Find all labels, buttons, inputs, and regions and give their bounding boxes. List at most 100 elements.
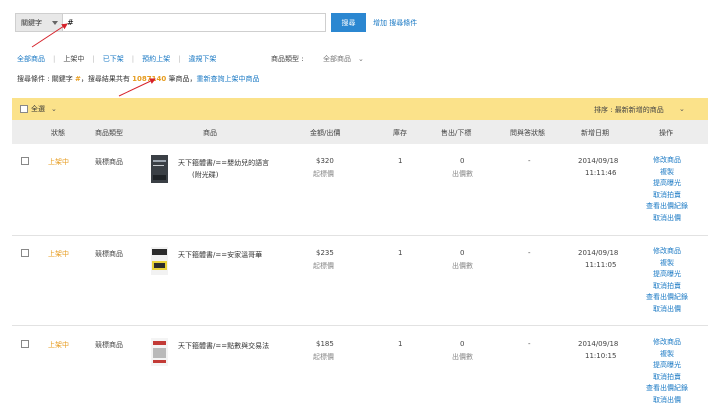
row-divider <box>12 235 708 236</box>
search-field-select[interactable]: 關鍵字 <box>15 13 63 32</box>
qa-status: - <box>528 249 531 257</box>
price: $185 <box>316 340 334 348</box>
tab-divider: | <box>131 55 135 63</box>
qa-status: - <box>528 340 531 348</box>
chevron-down-icon[interactable]: ⌄ <box>51 105 57 113</box>
search-field-label: 關鍵字 <box>21 19 42 27</box>
edit-product-link[interactable]: 修改商品 <box>643 246 691 258</box>
product-thumbnail[interactable] <box>151 338 168 366</box>
sort-select[interactable]: 排序 : 最新新增的商品 <box>594 105 664 115</box>
copy-link[interactable]: 複製 <box>643 167 691 179</box>
search-input[interactable] <box>63 13 326 32</box>
reset-query-link[interactable]: 重新查詢上架中商品 <box>197 75 260 83</box>
summary-middle: ，搜尋結果共有 <box>80 75 130 83</box>
product-type: 競標商品 <box>95 341 123 349</box>
column-header-qa: 問與答狀態 <box>510 129 545 137</box>
product-type: 競標商品 <box>95 158 123 166</box>
cancel-auction-link[interactable]: 取消拍賣 <box>643 190 691 202</box>
column-header-status: 狀態 <box>51 129 65 137</box>
created-time: 11:11:46 <box>585 169 617 177</box>
created-date: 2014/09/18 <box>578 340 619 348</box>
row-checkbox[interactable] <box>21 249 29 257</box>
status-badge: 上架中 <box>48 341 69 349</box>
edit-product-link[interactable]: 修改商品 <box>643 337 691 349</box>
chevron-down-icon <box>52 21 58 25</box>
tab-listed[interactable]: 上架中 <box>63 54 84 64</box>
boost-exposure-link[interactable]: 提高曝光 <box>643 178 691 190</box>
boost-exposure-link[interactable]: 提高曝光 <box>643 360 691 372</box>
tab-violation[interactable]: 違規下架 <box>188 54 216 64</box>
product-type: 競標商品 <box>95 250 123 258</box>
chevron-down-icon[interactable]: ⌄ <box>679 105 685 113</box>
row-actions: 修改商品 複製 提高曝光 取消拍賣 查看出價紀錄 取消出價 <box>643 246 691 315</box>
cancel-bid-link[interactable]: 取消出價 <box>643 213 691 225</box>
product-name[interactable]: 天下箍體書/==嬰幼兒的語言 (附光碟) <box>178 157 269 181</box>
stock: 1 <box>398 249 403 257</box>
tab-divider: | <box>53 55 56 63</box>
type-filter-label: 商品類型 : <box>271 55 304 63</box>
sold-count: 0 <box>460 249 465 257</box>
column-header-product: 商品 <box>203 129 217 137</box>
sold-label: 出價數 <box>452 170 473 178</box>
created-time: 11:11:05 <box>585 261 617 269</box>
status-badge: 上架中 <box>48 158 69 166</box>
sold-label: 出價數 <box>452 353 473 361</box>
tab-scheduled[interactable]: 預約上架 <box>142 54 170 64</box>
sold-count: 0 <box>460 157 465 165</box>
copy-link[interactable]: 複製 <box>643 258 691 270</box>
tab-delisted[interactable]: 已下架 <box>103 54 124 64</box>
column-header-sold: 售出/下標 <box>441 129 472 137</box>
select-all[interactable]: 全選 ⌄ <box>20 104 57 114</box>
product-name[interactable]: 天下箍體書/==安家溫哥華 <box>178 249 262 261</box>
row-divider <box>12 325 708 326</box>
created-date: 2014/09/18 <box>578 249 619 257</box>
cancel-bid-link[interactable]: 取消出價 <box>643 395 691 406</box>
price-label: 起標價 <box>313 170 334 178</box>
price: $320 <box>316 157 334 165</box>
view-bids-link[interactable]: 查看出價紀錄 <box>643 292 691 304</box>
summary-suffix: 筆商品， <box>168 75 197 83</box>
summary-count: 1087140 <box>132 75 167 83</box>
column-header-type: 商品類型 <box>95 129 123 137</box>
copy-link[interactable]: 複製 <box>643 349 691 361</box>
chevron-down-icon[interactable]: ⌄ <box>358 55 364 63</box>
type-filter-select[interactable]: 全部商品 <box>323 54 351 64</box>
product-thumbnail[interactable] <box>151 247 168 275</box>
view-bids-link[interactable]: 查看出價紀錄 <box>643 201 691 213</box>
row-checkbox[interactable] <box>21 340 29 348</box>
sold-count: 0 <box>460 340 465 348</box>
cancel-auction-link[interactable]: 取消拍賣 <box>643 281 691 293</box>
status-tabs: 全部商品 | 上架中 | 已下架 | 預約上架 | 違規下架 <box>17 54 216 64</box>
price-label: 起標價 <box>313 262 334 270</box>
column-header-price: 金額/出價 <box>310 129 341 137</box>
created-time: 11:10:15 <box>585 352 617 360</box>
search-summary: 搜尋條件 : 關鍵字 #，搜尋結果共有 1087140 筆商品，重新查詢上架中商… <box>17 74 260 84</box>
price: $235 <box>316 249 334 257</box>
select-all-checkbox[interactable] <box>20 105 28 113</box>
row-actions: 修改商品 複製 提高曝光 取消拍賣 查看出價紀錄 取消出價 <box>643 337 691 406</box>
edit-product-link[interactable]: 修改商品 <box>643 155 691 167</box>
cancel-bid-link[interactable]: 取消出價 <box>643 304 691 316</box>
tab-divider: | <box>178 55 181 63</box>
add-search-condition-link[interactable]: 增加 搜尋條件 <box>373 18 417 28</box>
sold-label: 出價數 <box>452 262 473 270</box>
row-checkbox[interactable] <box>21 157 29 165</box>
created-date: 2014/09/18 <box>578 157 619 165</box>
price-label: 起標價 <box>313 353 334 361</box>
view-bids-link[interactable]: 查看出價紀錄 <box>643 383 691 395</box>
column-header-stock: 庫存 <box>393 129 407 137</box>
tab-all[interactable]: 全部商品 <box>17 54 45 64</box>
stock: 1 <box>398 340 403 348</box>
status-badge: 上架中 <box>48 250 69 258</box>
cancel-auction-link[interactable]: 取消拍賣 <box>643 372 691 384</box>
product-name[interactable]: 天下箍體書/==點數與交易法 <box>178 340 269 352</box>
product-thumbnail[interactable] <box>151 155 168 183</box>
column-header-actions: 操作 <box>659 129 673 137</box>
qa-status: - <box>528 157 531 165</box>
select-all-label: 全選 <box>31 105 45 113</box>
row-actions: 修改商品 複製 提高曝光 取消拍賣 查看出價紀錄 取消出價 <box>643 155 691 224</box>
tab-divider: | <box>92 55 95 63</box>
boost-exposure-link[interactable]: 提高曝光 <box>643 269 691 281</box>
search-button[interactable]: 搜尋 <box>331 13 366 32</box>
stock: 1 <box>398 157 403 165</box>
